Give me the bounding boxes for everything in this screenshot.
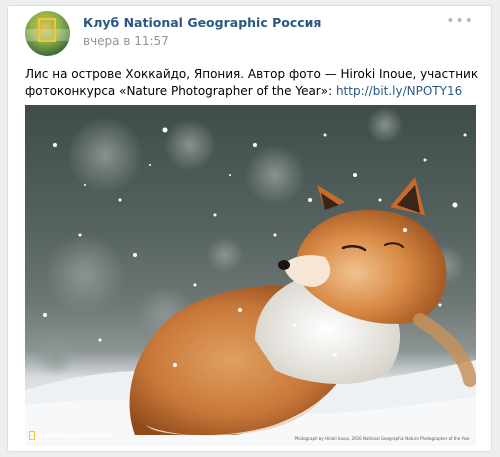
- post-time[interactable]: вчера в 11:57: [83, 34, 169, 48]
- ng-watermark: NATIONAL GEOGRAPHIC: [29, 431, 112, 440]
- photo-credit: Photograph by Hiroki Inoue, 2016 Nationa…: [294, 436, 470, 441]
- ng-logo-icon: [38, 18, 56, 42]
- more-options-icon[interactable]: •••: [446, 13, 474, 29]
- community-avatar[interactable]: [25, 11, 70, 56]
- ng-watermark-logo-icon: [29, 431, 35, 440]
- post-author[interactable]: Клуб National Geographic Россия: [83, 15, 321, 30]
- fox-photo-drawing: [25, 107, 476, 446]
- ng-watermark-text: NATIONAL GEOGRAPHIC: [38, 432, 112, 439]
- post-photo[interactable]: NATIONAL GEOGRAPHIC Photograph by Hiroki…: [25, 105, 476, 446]
- post-card: Клуб National Geographic Россия вчера в …: [7, 5, 492, 452]
- post-link[interactable]: http://bit.ly/NPOTY16: [336, 84, 462, 98]
- post-text: Лис на острове Хоккайдо, Япония. Автор ф…: [25, 66, 480, 100]
